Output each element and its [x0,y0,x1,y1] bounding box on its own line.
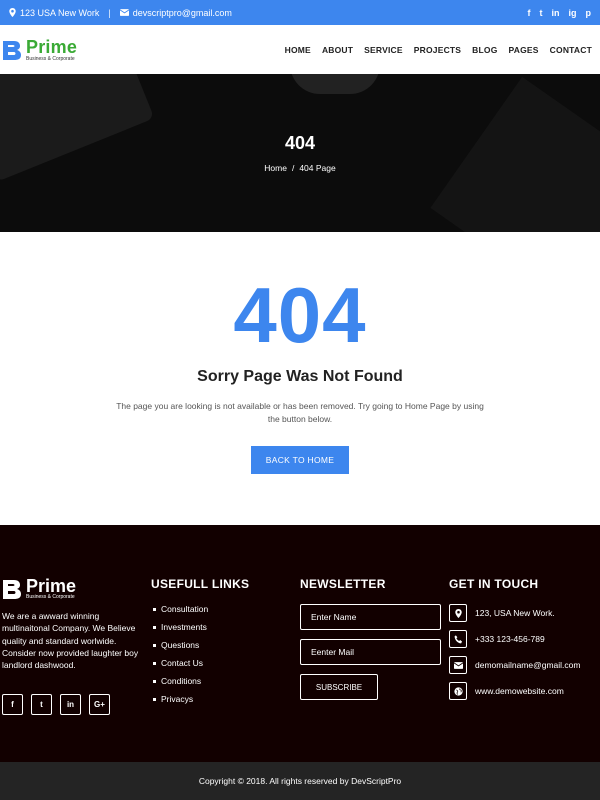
footer-logo-name: Prime [26,576,77,596]
breadcrumb-separator: / [291,163,295,173]
footer-links-column: USEFULL LINKS Consultation Investments Q… [151,577,300,762]
newsletter-title: NEWSLETTER [300,577,386,591]
nav-pages[interactable]: PAGES [509,45,539,55]
contact-email-text: demomailname@gmail.com [475,660,581,670]
footer-logo-tagline: Business & Corporate [26,594,75,600]
twitter-icon[interactable]: t [540,8,543,18]
footer-about-column: Prime Business & Corporate We are a awwa… [2,577,151,762]
breadcrumb-current: 404 Page [299,163,336,173]
contact-address-text: 123, USA New Work. [475,608,555,618]
footer-links-list: Consultation Investments Questions Conta… [151,604,300,704]
error-code: 404 [233,271,367,359]
subscribe-button[interactable]: SUBSCRIBE [300,674,378,700]
contact-website[interactable]: www.demowebsite.com [449,682,598,700]
breadcrumb: Home / 404 Page [264,163,335,173]
banner-background-shape [290,74,380,94]
footer-link[interactable]: Privacys [151,694,300,704]
map-pin-icon [9,8,16,17]
facebook-icon[interactable]: f [528,8,531,18]
top-bar-contact: 123 USA New Work | devscriptpro@gmail.co… [9,8,232,18]
newsletter-email-input[interactable] [300,639,441,665]
footer-about-text: We are a awward winning multinaitonal Co… [2,611,139,671]
contact-phone-text: +333 123-456-789 [475,634,545,644]
contact-address: 123, USA New Work. [449,604,598,622]
linkedin-icon[interactable]: in [60,693,81,715]
nav-projects[interactable]: PROJECTS [414,45,461,55]
footer-links-title: USEFULL LINKS [151,577,250,591]
site-header: Prime Business & Corporate HOME ABOUT SE… [0,25,600,74]
footer-social-links: f t in G+ [2,693,151,715]
pinterest-icon[interactable]: p [586,8,592,18]
site-footer: Prime Business & Corporate We are a awwa… [0,525,600,762]
instagram-icon[interactable]: ig [569,8,577,18]
footer-contact-column: GET IN TOUCH 123, USA New Work. +333 123… [449,577,598,762]
footer-link[interactable]: Consultation [151,604,300,614]
twitter-icon[interactable]: t [31,693,52,715]
envelope-icon [119,9,129,16]
footer-logo[interactable]: Prime Business & Corporate [2,577,151,600]
error-heading: Sorry Page Was Not Found [197,368,403,385]
main-nav: HOME ABOUT SERVICE PROJECTS BLOG PAGES C… [285,45,592,55]
top-bar: 123 USA New Work | devscriptpro@gmail.co… [0,0,600,25]
footer-link[interactable]: Investments [151,622,300,632]
footer-newsletter-column: NEWSLETTER SUBSCRIBE [300,577,449,762]
contact-website-text: www.demowebsite.com [475,686,564,696]
error-message: The page you are looking is not availabl… [116,401,484,424]
footer-link[interactable]: Contact Us [151,658,300,668]
top-address-text: 123 USA New Work [20,7,100,18]
copyright-text: Copyright © 2018. All rights reserved by… [198,776,402,786]
site-logo[interactable]: Prime Business & Corporate [2,38,77,62]
logo-name: Prime [26,36,78,57]
nav-blog[interactable]: BLOG [472,45,497,55]
copyright-bar: Copyright © 2018. All rights reserved by… [0,762,600,800]
nav-service[interactable]: SERVICE [364,45,403,55]
breadcrumb-home[interactable]: Home [264,163,287,173]
contact-title: GET IN TOUCH [449,577,539,591]
back-to-home-button[interactable]: BACK TO HOME [251,445,349,474]
newsletter-name-input[interactable] [300,604,441,630]
logo-mark-icon [3,579,21,599]
top-separator: | [108,7,111,18]
map-pin-icon [449,604,467,622]
nav-about[interactable]: ABOUT [322,45,353,55]
facebook-icon[interactable]: f [2,693,23,715]
banner-title: 404 [284,133,316,153]
banner-background-shape [430,76,600,232]
nav-home[interactable]: HOME [285,45,311,55]
page-banner: 404 Home / 404 Page [0,74,600,232]
footer-link[interactable]: Questions [151,640,300,650]
error-section: 404 Sorry Page Was Not Found The page yo… [0,232,600,525]
banner-background-shape [0,74,155,182]
linkedin-icon[interactable]: in [552,8,560,18]
logo-mark-icon [3,40,21,60]
top-email[interactable]: devscriptpro@gmail.com [119,7,232,18]
top-email-text: devscriptpro@gmail.com [132,7,232,18]
envelope-icon [449,656,467,674]
top-social-links: f t in ig p [528,8,592,18]
google-plus-icon[interactable]: G+ [89,693,110,715]
globe-icon [449,682,467,700]
contact-phone: +333 123-456-789 [449,630,598,648]
logo-tagline: Business & Corporate [26,55,75,62]
nav-contact[interactable]: CONTACT [550,45,592,55]
contact-email[interactable]: demomailname@gmail.com [449,656,598,674]
top-address: 123 USA New Work [9,8,99,18]
footer-link[interactable]: Conditions [151,676,300,686]
phone-icon [449,630,467,648]
contact-list: 123, USA New Work. +333 123-456-789 demo… [449,604,598,700]
